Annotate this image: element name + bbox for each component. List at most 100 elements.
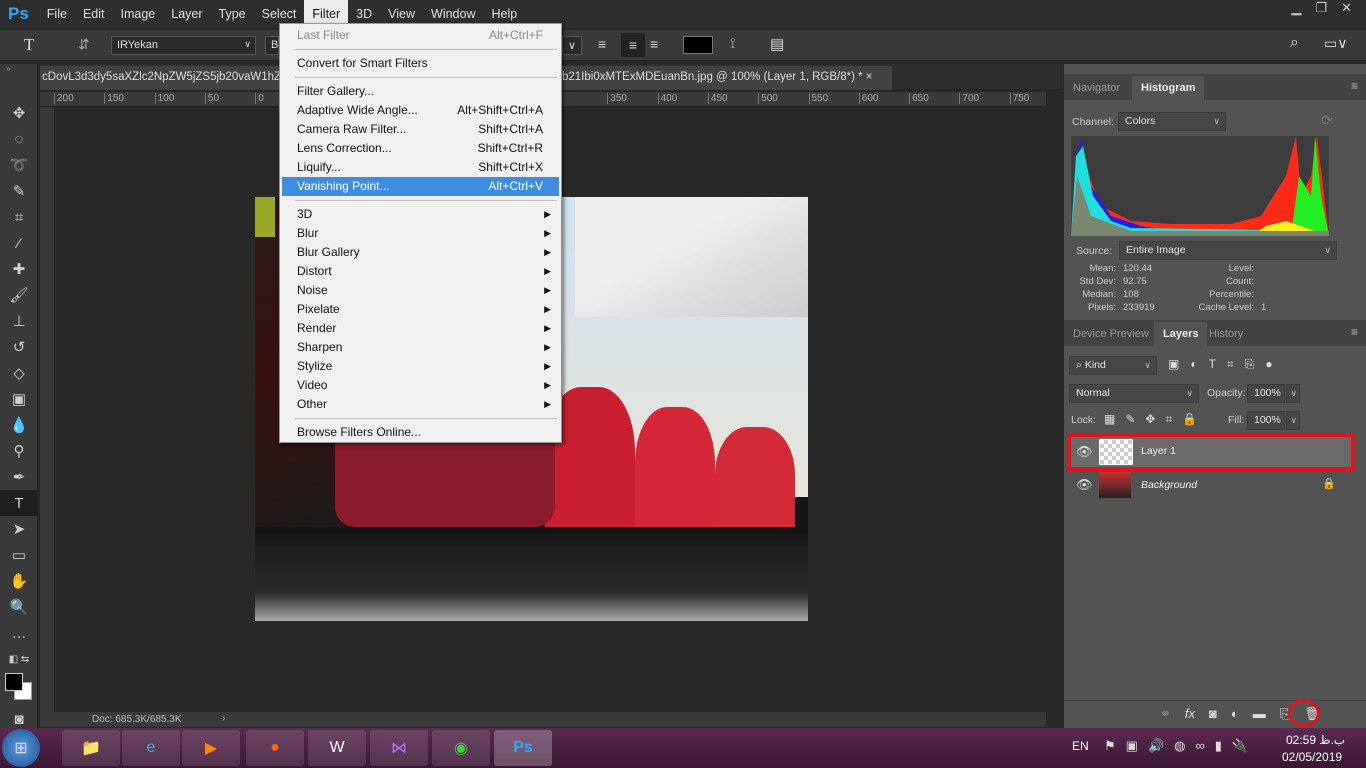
document-tab[interactable]: cDovL3d3dy5saXZlc2NpZW5jZS5jb20vaW1hZ: [40, 66, 280, 90]
clock-time[interactable]: 02:59 ب.ظ: [1286, 733, 1345, 747]
lock-transparent-icon[interactable]: ▦: [1104, 412, 1115, 427]
close-icon[interactable]: ✕: [1341, 0, 1352, 16]
foreground-color-swatch[interactable]: [5, 673, 23, 691]
type-filter-icon[interactable]: T: [1209, 357, 1216, 372]
healing-brush-icon[interactable]: ✚: [0, 256, 38, 282]
panel-menu-icon[interactable]: ≡: [1351, 79, 1358, 93]
filter-toggle-icon[interactable]: ●: [1265, 357, 1272, 372]
blur-tool-icon[interactable]: 💧: [0, 412, 38, 438]
adjustment-layer-icon[interactable]: ◐: [1231, 706, 1239, 722]
taskbar-visual-studio-icon[interactable]: ⋈: [370, 730, 428, 766]
menu-item-lens-correction[interactable]: Lens Correction... Shift+Ctrl+R: [282, 139, 559, 158]
menu-item-pixelate[interactable]: Pixelate ▶: [282, 300, 559, 319]
download-manager-icon[interactable]: ◍: [1174, 738, 1185, 754]
menu-type[interactable]: Type: [211, 0, 254, 28]
add-mask-icon[interactable]: ◙: [1209, 706, 1217, 722]
layer-name[interactable]: Background: [1141, 479, 1197, 491]
search-icon[interactable]: ⌕: [1290, 34, 1299, 52]
lock-image-icon[interactable]: ✎: [1125, 412, 1135, 427]
menu-item-sharpen[interactable]: Sharpen ▶: [282, 338, 559, 357]
panel-menu-icon[interactable]: ≡: [1351, 325, 1358, 339]
gradient-tool-icon[interactable]: ▣: [0, 386, 38, 412]
warp-text-icon[interactable]: ⟟: [730, 35, 736, 52]
align-right-icon[interactable]: ≡: [650, 36, 658, 52]
tab-histogram[interactable]: Histogram: [1132, 76, 1205, 100]
smart-object-filter-icon[interactable]: ⎘: [1245, 357, 1255, 372]
pixel-filter-icon[interactable]: ▣: [1168, 357, 1179, 372]
hand-tool-icon[interactable]: ✋: [0, 568, 38, 594]
taskbar-chrome-icon[interactable]: ◉: [432, 730, 490, 766]
link-layers-icon[interactable]: ⚭: [1160, 706, 1171, 722]
font-style-select[interactable]: B: [265, 36, 279, 55]
path-select-icon[interactable]: ➤: [0, 516, 38, 542]
move-tool-icon[interactable]: ✥: [0, 100, 38, 126]
menu-item-browse-filters-online[interactable]: Browse Filters Online...: [282, 423, 559, 442]
character-panel-icon[interactable]: ▤: [770, 35, 784, 53]
tab-navigator[interactable]: Navigator: [1064, 76, 1129, 100]
zoom-tool-icon[interactable]: 🔍: [0, 594, 38, 620]
color-swatches[interactable]: [0, 672, 37, 706]
restore-icon[interactable]: ❐: [1315, 0, 1327, 16]
default-colors-icon[interactable]: ◧ ⇆: [0, 646, 38, 672]
minimize-icon[interactable]: ▁: [1291, 0, 1301, 16]
network-icon[interactable]: ▮: [1215, 738, 1222, 754]
menu-item-render[interactable]: Render ▶: [282, 319, 559, 338]
menu-item-convert-for-smart-filters[interactable]: Convert for Smart Filters: [282, 54, 559, 73]
adjustment-filter-icon[interactable]: ◐: [1190, 357, 1197, 372]
fx-icon[interactable]: fx: [1185, 706, 1195, 722]
taskbar-explorer-icon[interactable]: 📁: [62, 730, 120, 766]
clock-date[interactable]: 02/05/2019: [1282, 750, 1342, 764]
menu-item-noise[interactable]: Noise ▶: [282, 281, 559, 300]
workspace-icon[interactable]: ▭∨: [1324, 35, 1347, 52]
language-indicator[interactable]: EN: [1072, 739, 1089, 753]
eyedropper-tool-icon[interactable]: ⁄: [0, 230, 38, 256]
taskbar-word-icon[interactable]: W: [308, 730, 366, 766]
stamp-tool-icon[interactable]: ⊥: [0, 308, 38, 334]
lock-artboard-icon[interactable]: ⌗: [1165, 412, 1172, 427]
pen-tool-icon[interactable]: ✒: [0, 464, 38, 490]
visibility-eye-icon[interactable]: 👁: [1076, 477, 1093, 493]
menu-item-stylize[interactable]: Stylize ▶: [282, 357, 559, 376]
menu-item-blur-gallery[interactable]: Blur Gallery ▶: [282, 243, 559, 262]
layer-row-background[interactable]: 👁 Background 🔒: [1068, 469, 1354, 503]
document-tab-title-continued[interactable]: b21Ibi0xMTExMDEuanBn.jpg @ 100% (Layer 1…: [562, 66, 892, 90]
antialias-select[interactable]: ∨: [562, 36, 582, 55]
eraser-tool-icon[interactable]: ◇: [0, 360, 38, 386]
menu-layer[interactable]: Layer: [163, 0, 210, 28]
type-tool-icon[interactable]: T: [0, 490, 38, 516]
monitor-icon[interactable]: ▣: [1126, 738, 1138, 754]
taskbar-firefox-icon[interactable]: ●: [246, 730, 304, 766]
crop-tool-icon[interactable]: ⌗: [0, 204, 38, 230]
taskbar-media-player-icon[interactable]: ▶: [182, 730, 240, 766]
history-brush-icon[interactable]: ↺: [0, 334, 38, 360]
status-menu-arrow-icon[interactable]: ›: [222, 713, 225, 724]
layer-name[interactable]: Layer 1: [1141, 445, 1176, 457]
menu-item-filter-gallery[interactable]: Filter Gallery...: [282, 82, 559, 101]
shape-filter-icon[interactable]: ⌗: [1227, 357, 1234, 372]
menu-item-liquify[interactable]: Liquify... Shift+Ctrl+X: [282, 158, 559, 177]
taskbar-ie-icon[interactable]: e: [122, 730, 180, 766]
marquee-tool-icon[interactable]: ◌: [0, 126, 38, 152]
dodge-tool-icon[interactable]: ⚲: [0, 438, 38, 464]
menu-item-vanishing-point[interactable]: Vanishing Point... Alt+Ctrl+V: [282, 177, 559, 196]
volume-icon[interactable]: 🔊: [1148, 738, 1164, 754]
menu-file[interactable]: File: [39, 0, 75, 28]
type-tool-icon[interactable]: T: [24, 35, 34, 55]
visibility-eye-icon[interactable]: 👁: [1076, 444, 1093, 460]
rectangle-tool-icon[interactable]: ▭: [0, 542, 38, 568]
creative-cloud-icon[interactable]: ∞: [1195, 738, 1204, 754]
fill-dropdown[interactable]: ∨: [1286, 411, 1300, 430]
menu-item-3d[interactable]: 3D ▶: [282, 205, 559, 224]
action-center-icon[interactable]: ⚑: [1104, 738, 1116, 754]
opacity-field[interactable]: 100%: [1247, 384, 1285, 403]
brush-tool-icon[interactable]: 🖌: [0, 282, 38, 308]
quick-select-tool-icon[interactable]: ✎: [0, 178, 38, 204]
channel-select[interactable]: Colors ∨: [1118, 112, 1226, 131]
menu-edit[interactable]: Edit: [75, 0, 113, 28]
menu-item-blur[interactable]: Blur ▶: [282, 224, 559, 243]
text-orientation-icon[interactable]: ⇵: [78, 36, 90, 53]
menu-item-adaptive-wide-angle[interactable]: Adaptive Wide Angle... Alt+Shift+Ctrl+A: [282, 101, 559, 120]
taskbar-photoshop-icon[interactable]: Ps: [494, 730, 552, 766]
source-select[interactable]: Entire Image ∨: [1119, 241, 1337, 260]
start-button[interactable]: ⊞: [2, 729, 40, 767]
